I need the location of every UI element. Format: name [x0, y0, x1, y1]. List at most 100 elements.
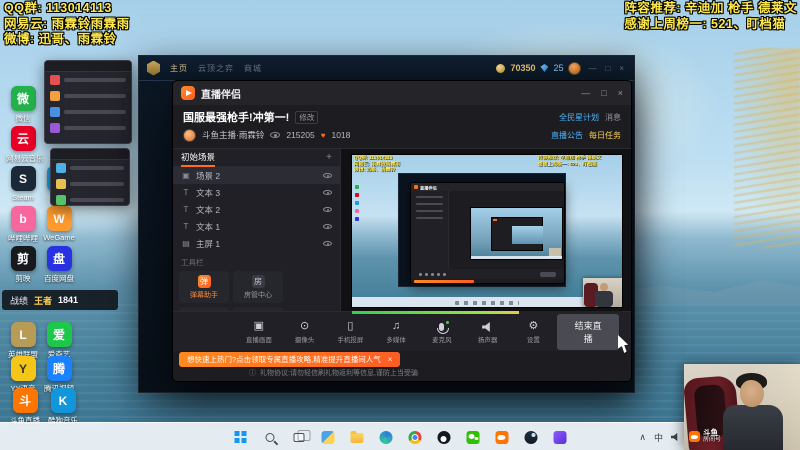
panel-titlebar[interactable] — [45, 61, 131, 72]
disclaimer-text: 礼物协议:请勿轻信刷礼物返利等信息,谨防上当受骗 — [260, 370, 418, 377]
game-maximize-button[interactable]: □ — [603, 64, 612, 73]
game-minimize-button[interactable]: — — [586, 64, 598, 73]
notice-link[interactable]: 直播公告 — [551, 130, 583, 141]
preview-taskbar — [352, 297, 622, 307]
task-view-icon — [293, 429, 310, 442]
panel-row[interactable] — [51, 192, 129, 205]
panel-row[interactable] — [45, 72, 131, 88]
visibility-toggle[interactable] — [323, 190, 332, 195]
input-method-indicator[interactable]: 中 — [654, 431, 663, 444]
panel-row[interactable] — [45, 120, 131, 136]
desktop-icon-baidu-pan[interactable]: 盘百度网盘 — [42, 246, 76, 284]
tool-danmaku-helper[interactable]: 弹弹幕助手 — [179, 271, 229, 303]
overlay-lineup: 阵容推荐: 辛迪加 枪手 德莱文 — [624, 1, 797, 15]
kugou-icon: K — [50, 388, 76, 413]
panel-item-icon — [56, 179, 66, 189]
source-item-scene2[interactable]: ▣ 场景 2 — [173, 167, 340, 184]
steam-taskbar-button[interactable] — [520, 426, 542, 448]
end-live-button[interactable]: 结束直播 — [557, 313, 620, 350]
source-item-text3[interactable]: T 文本 3 — [173, 184, 340, 201]
widgets-button[interactable] — [317, 426, 339, 448]
activity-link[interactable]: 全民星计划 — [559, 112, 599, 123]
tray-expand-icon[interactable]: ∧ — [639, 432, 646, 443]
microphone-button[interactable]: 麦克风 — [420, 319, 464, 344]
source-item-text1[interactable]: T 文本 1 — [173, 218, 340, 235]
volume-icon[interactable] — [671, 433, 678, 441]
panel-row[interactable] — [51, 176, 129, 192]
game-profile-avatar[interactable] — [568, 61, 582, 75]
viewers-icon — [270, 132, 281, 138]
game-tab-tft[interactable]: 云顶之弈 — [198, 63, 234, 74]
banner-close-icon[interactable]: × — [388, 355, 393, 364]
chrome-button[interactable] — [404, 426, 426, 448]
douyu-icon — [495, 430, 508, 444]
promo-banner[interactable]: 想快速上热门?点击领取专属直播攻略,精准提升直播间人气 × — [179, 352, 401, 367]
douyu-taskbar-button[interactable] — [491, 426, 513, 448]
panel-row[interactable] — [51, 160, 129, 176]
overlay-netease: 网易云: 雨霖铃雨霖雨 — [4, 16, 130, 31]
visibility-toggle[interactable] — [323, 207, 332, 212]
task-view-button[interactable] — [288, 426, 310, 448]
visibility-toggle[interactable] — [323, 173, 332, 178]
start-button[interactable] — [230, 426, 252, 448]
desktop-icon-bilibili[interactable]: b 哔哩哔哩 — [6, 206, 40, 244]
edit-title-button[interactable]: 修改 — [295, 110, 319, 124]
phone-cast-button[interactable]: ▯ 手机投屏 — [329, 319, 373, 345]
media-button[interactable]: ♫ 多媒体 — [374, 319, 418, 345]
daily-task-link[interactable]: 每日任务 — [589, 130, 621, 141]
panel-titlebar[interactable] — [51, 149, 129, 160]
source-item-mainscreen1[interactable]: ▤ 主屏 1 — [173, 235, 340, 252]
tool-mod-center[interactable]: 房房管中心 — [233, 271, 283, 303]
maximize-button[interactable]: □ — [601, 88, 606, 98]
studio-header: 国服最强枪手!冲第一! 修改 全民星计划 消息 斗鱼主播·雨霖铃 215205 … — [173, 105, 631, 149]
speaker-button[interactable]: 扬声器 — [466, 319, 510, 344]
camera-button[interactable]: ⊙ 摄像头 — [283, 319, 327, 345]
preview-level2-studio — [491, 217, 543, 251]
visibility-toggle[interactable] — [323, 224, 332, 229]
preview-level3 — [512, 226, 543, 244]
desktop-icon-netease-music[interactable]: 云网易云音乐 — [6, 126, 44, 164]
wechat-icon — [466, 430, 479, 444]
preview-studio-window: 直播伴侣 — [410, 182, 565, 284]
preview-dock — [411, 269, 564, 279]
studio-taskbar-button[interactable] — [549, 426, 571, 448]
desktop-icon-jianying[interactable]: 剪剪映 — [6, 246, 40, 284]
visibility-toggle[interactable] — [323, 241, 332, 246]
qq-taskbar-button[interactable] — [433, 426, 455, 448]
minimize-button[interactable]: — — [581, 88, 590, 98]
edge-button[interactable] — [375, 426, 397, 448]
screen-icon: ▣ — [253, 319, 265, 332]
desktop-icon-lol[interactable]: L 英雄联盟 — [6, 322, 40, 360]
streamer-body — [723, 405, 783, 450]
stream-title: 国服最强枪手!冲第一! — [183, 112, 290, 124]
add-scene-button[interactable]: + — [326, 152, 332, 163]
search-button[interactable] — [259, 426, 281, 448]
stream-preview[interactable]: 直播伴侣 QQ群: 113014113 网易云: 雨霖铃雨霖雨 微博: 迅哥、雨… — [352, 155, 622, 307]
settings-button[interactable]: ⚙ 设置 — [512, 319, 556, 345]
file-explorer-button[interactable] — [346, 426, 368, 448]
floating-list-window[interactable] — [50, 148, 130, 206]
desktop-icon-steam[interactable]: S Steam — [6, 166, 40, 202]
source-item-text2[interactable]: T 文本 2 — [173, 201, 340, 218]
floating-panel-window[interactable] — [44, 60, 132, 144]
messages-link[interactable]: 消息 — [605, 112, 621, 123]
studio-titlebar[interactable]: 直播伴侣 — □ × — [173, 81, 631, 105]
live-screen-button[interactable]: ▣ 直播画面 — [237, 319, 281, 345]
audio-meter — [352, 311, 622, 314]
game-close-button[interactable]: × — [617, 64, 626, 73]
game-tab-shop[interactable]: 商城 — [244, 63, 262, 74]
panel-row[interactable] — [45, 104, 131, 120]
wechat-taskbar-button[interactable] — [462, 426, 484, 448]
desktop-icon-iqiyi[interactable]: 爱爱奇艺 — [42, 322, 76, 360]
game-tab-home[interactable]: 主页 — [170, 63, 188, 74]
game-stats-widget: 战绩 王者 1841 — [2, 290, 118, 310]
close-button[interactable]: × — [618, 88, 623, 98]
desktop-icon-wegame[interactable]: W WeGame — [42, 206, 76, 242]
desktop-icon-kugou[interactable]: K 酷狗音乐 — [46, 388, 80, 426]
panel-row[interactable] — [45, 88, 131, 104]
folder-icon — [350, 431, 363, 443]
scene-tab[interactable]: 初始场景 — [181, 149, 216, 167]
preview-desktop-icons — [355, 185, 359, 225]
desktop-icon-wechat[interactable]: 微微信 — [6, 86, 40, 124]
desktop-icon-douyu[interactable]: 斗斗鱼直播 — [8, 388, 42, 426]
